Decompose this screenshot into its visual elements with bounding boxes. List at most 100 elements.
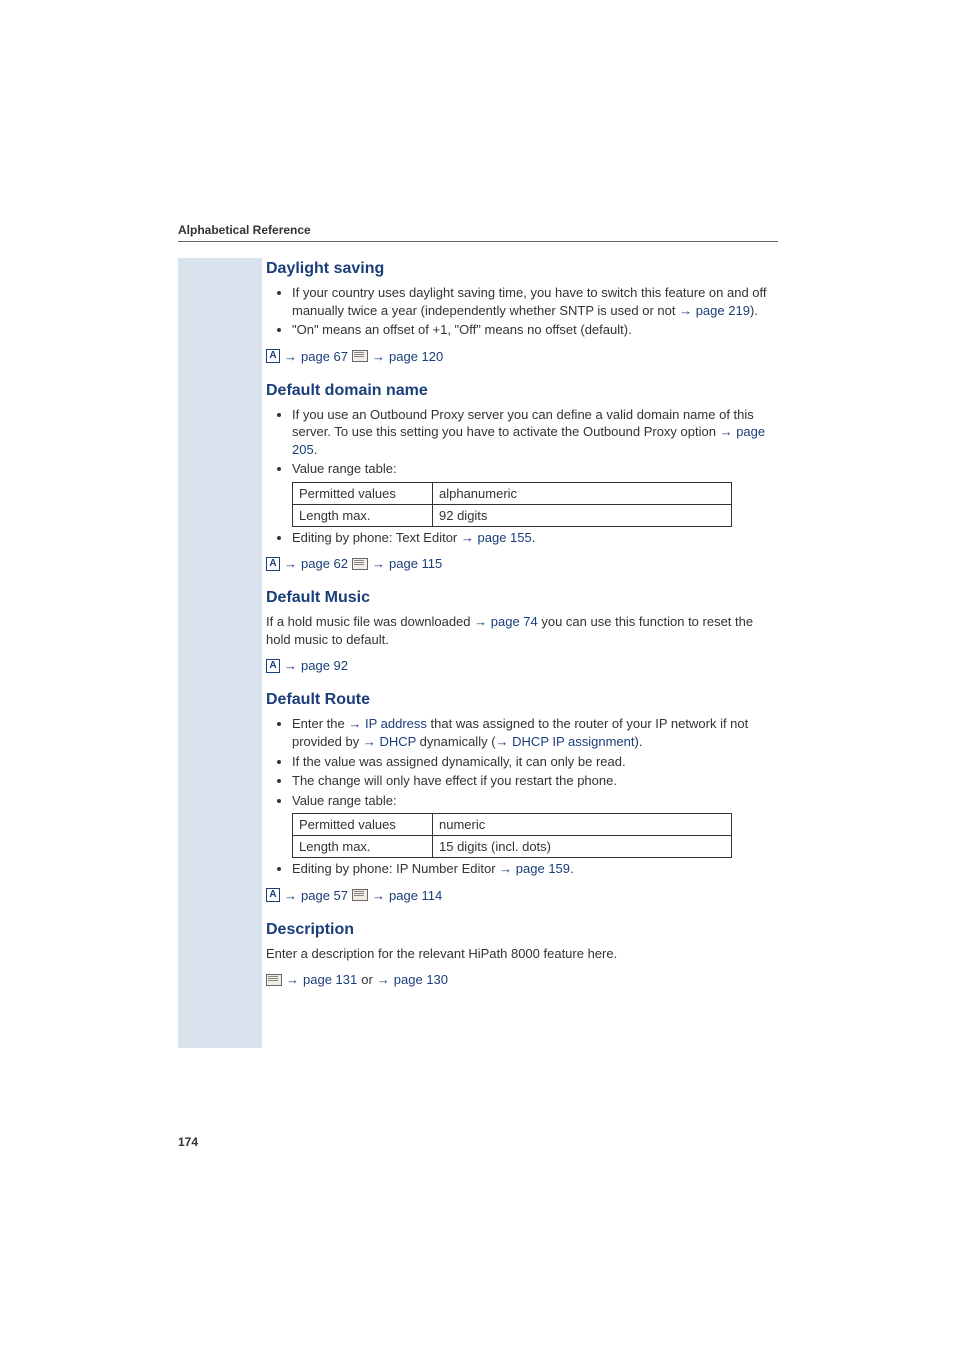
text: dynamically ( (416, 734, 495, 749)
arrow-icon: → (372, 888, 385, 903)
left-margin-bar (178, 258, 262, 1048)
arrow-icon: → (720, 424, 733, 439)
text: . (570, 861, 574, 876)
text: ). (635, 734, 643, 749)
text: If the value was assigned dynamically, i… (292, 754, 626, 769)
list-item: Value range table: (292, 460, 776, 478)
arrow-icon: → (377, 972, 390, 987)
table-cell: Permitted values (293, 482, 433, 504)
page-number: 174 (178, 1135, 198, 1149)
arrow-icon: → (363, 734, 376, 749)
glossary-link[interactable]: IP address (365, 716, 427, 731)
default-route-list-2: Editing by phone: IP Number Editor → pag… (266, 860, 776, 878)
arrow-icon: → (286, 972, 299, 987)
arrow-icon: → (284, 556, 297, 571)
arrow-icon: → (348, 716, 361, 731)
text: . (532, 530, 536, 545)
form-icon (266, 974, 282, 986)
value-range-table: Permitted values numeric Length max. 15 … (292, 813, 732, 858)
default-route-list: Enter the → IP address that was assigned… (266, 715, 776, 809)
text: Editing by phone: Text Editor (292, 530, 461, 545)
daylight-saving-list: If your country uses daylight saving tim… (266, 284, 776, 339)
list-item: Value range table: (292, 792, 776, 810)
page-link[interactable]: page 115 (389, 556, 442, 571)
table-cell: 92 digits (433, 504, 732, 526)
table-row: Permitted values numeric (293, 814, 732, 836)
text: Enter the (292, 716, 348, 731)
paragraph: If a hold music file was downloaded → pa… (266, 613, 776, 648)
list-item: The change will only have effect if you … (292, 772, 776, 790)
list-item: If your country uses daylight saving tim… (292, 284, 776, 319)
table-cell: 15 digits (incl. dots) (433, 836, 732, 858)
form-icon (352, 889, 368, 901)
form-icon (352, 558, 368, 570)
text: Editing by phone: IP Number Editor (292, 861, 499, 876)
heading-default-music: Default Music (266, 589, 776, 607)
cross-ref-line: A → page 62 → page 115 (266, 556, 776, 571)
text: Value range table: (292, 461, 397, 476)
arrow-icon: → (461, 530, 474, 545)
text: Value range table: (292, 793, 397, 808)
admin-icon: A (266, 349, 280, 363)
cross-ref-line: A → page 92 (266, 658, 776, 673)
page-link[interactable]: page 62 (301, 556, 348, 571)
list-item: Editing by phone: Text Editor → page 155… (292, 529, 776, 547)
table-cell: numeric (433, 814, 732, 836)
table-row: Length max. 92 digits (293, 504, 732, 526)
text: "On" means an offset of +1, "Off" means … (292, 322, 632, 337)
page-link[interactable]: page 120 (389, 349, 443, 364)
arrow-icon: → (474, 614, 487, 629)
heading-default-domain-name: Default domain name (266, 382, 776, 400)
list-item: If the value was assigned dynamically, i… (292, 753, 776, 771)
page-link[interactable]: page 57 (301, 888, 348, 903)
page-link[interactable]: page 131 (303, 972, 357, 987)
arrow-icon: → (284, 349, 297, 364)
page-header: Alphabetical Reference (178, 223, 778, 242)
glossary-link[interactable]: DHCP (379, 734, 416, 749)
arrow-icon: → (372, 349, 385, 364)
header-title: Alphabetical Reference (178, 223, 778, 237)
page-link[interactable]: page 67 (301, 349, 348, 364)
page-link[interactable]: page 92 (301, 658, 348, 673)
text: If a hold music file was downloaded (266, 614, 474, 629)
page-link[interactable]: page 130 (394, 972, 448, 987)
text: . (314, 442, 318, 457)
arrow-icon: → (284, 888, 297, 903)
text: ). (750, 303, 758, 318)
heading-daylight-saving: Daylight saving (266, 260, 776, 278)
page-link[interactable]: page 155 (478, 530, 532, 545)
arrow-icon: → (372, 556, 385, 571)
admin-icon: A (266, 659, 280, 673)
page-link[interactable]: page 114 (389, 888, 442, 903)
cross-ref-line: A → page 57 → page 114 (266, 888, 776, 903)
text: If you use an Outbound Proxy server you … (292, 407, 754, 440)
arrow-icon: → (679, 303, 692, 318)
list-item: Enter the → IP address that was assigned… (292, 715, 776, 750)
admin-icon: A (266, 557, 280, 571)
arrow-icon: → (284, 658, 297, 673)
table-cell: Permitted values (293, 814, 433, 836)
text: or (361, 972, 373, 987)
default-domain-list-2: Editing by phone: Text Editor → page 155… (266, 529, 776, 547)
text: Enter a description for the relevant HiP… (266, 946, 617, 961)
paragraph: Enter a description for the relevant HiP… (266, 945, 776, 963)
header-rule (178, 241, 778, 242)
cross-ref-line: A → page 67 → page 120 (266, 349, 776, 364)
table-row: Length max. 15 digits (incl. dots) (293, 836, 732, 858)
table-cell: alphanumeric (433, 482, 732, 504)
page-link[interactable]: page 74 (491, 614, 538, 629)
heading-default-route: Default Route (266, 691, 776, 709)
page-link[interactable]: page 159 (516, 861, 570, 876)
arrow-icon: → (499, 861, 512, 876)
page-link[interactable]: page 219 (696, 303, 750, 318)
list-item: "On" means an offset of +1, "Off" means … (292, 321, 776, 339)
table-cell: Length max. (293, 836, 433, 858)
list-item: If you use an Outbound Proxy server you … (292, 406, 776, 459)
glossary-link[interactable]: DHCP IP assignment (512, 734, 634, 749)
admin-icon: A (266, 888, 280, 902)
table-row: Permitted values alphanumeric (293, 482, 732, 504)
form-icon (352, 350, 368, 362)
content-column: Daylight saving If your country uses day… (266, 260, 776, 987)
cross-ref-line: → page 131 or → page 130 (266, 972, 776, 987)
default-domain-list: If you use an Outbound Proxy server you … (266, 406, 776, 478)
